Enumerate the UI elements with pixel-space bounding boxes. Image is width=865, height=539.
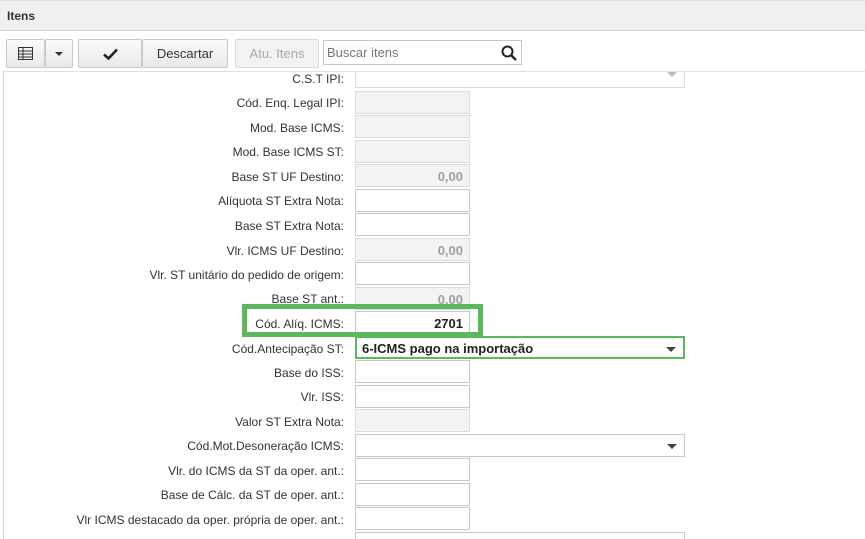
mod-base-icms-st-field[interactable] [355,140,470,163]
mod-base-icms-field[interactable] [355,115,470,138]
label-mod-base-icms-st: Mod. Base ICMS ST: [232,145,344,159]
label-mod-base-icms: Mod. Base ICMS: [249,121,344,135]
label-vlr-st-unitario: Vlr. ST unitário do pedido de origem: [149,268,344,282]
label-cod-enq-legal-ipi: Cód. Enq. Legal IPI: [236,96,344,110]
cst-ipi-select[interactable] [355,72,685,88]
atu-itens-label: Atu. Itens [249,46,305,61]
label-base-do-iss: Base do ISS: [273,366,344,380]
vlr-icms-uf-destino-value: 0,00 [437,243,463,258]
vlr-st-unitario-field[interactable] [355,262,470,285]
label-cod-antecipacao-st: Cód.Antecipação ST: [231,342,344,356]
cod-antecipacao-st-select[interactable]: 6-ICMS pago na importação [355,336,685,359]
chevron-down-icon [667,444,677,449]
base-st-uf-destino-value: 0,00 [437,169,463,184]
label-base-st-uf-destino: Base ST UF Destino: [231,170,345,184]
grid-view-button[interactable] [6,39,45,68]
aliquota-st-extra-nota-field[interactable] [355,189,470,212]
vlr-icms-destacado-field[interactable] [355,507,470,530]
chevron-down-icon [55,51,63,56]
base-st-uf-destino-field[interactable]: 0,00 [355,164,470,187]
vlr-icms-st-oper-ant-field[interactable] [355,458,470,481]
grid-icon [18,47,33,60]
base-calc-st-oper-ant-field[interactable] [355,483,470,506]
highlight-box [242,304,483,337]
label-vlr-icms-destacado: Vlr ICMS destacado da oper. própria de o… [76,513,345,527]
vlr-icms-uf-destino-field[interactable]: 0,00 [355,238,470,261]
label-cod-mot-desoneracao-icms: Cód.Mot.Desoneração ICMS: [187,439,344,453]
label-vlr-icms-st-oper-ant: Vlr. do ICMS da ST da oper. ant.: [168,464,344,478]
panel-title: Itens [7,9,36,23]
view-dropdown-button[interactable] [45,39,73,68]
toolbar: Descartar Atu. Itens [0,31,865,71]
vlr-iss-field[interactable] [355,385,470,408]
chevron-down-icon [666,347,676,352]
check-icon [102,48,118,60]
chevron-down-icon [667,72,677,77]
label-base-st-extra-nota: Base ST Extra Nota: [234,219,344,233]
cod-mot-desoneracao-icms-select[interactable] [355,434,685,457]
panel-header: Itens [0,0,865,31]
search-icon[interactable] [500,44,518,62]
base-st-extra-nota-field[interactable] [355,213,470,236]
label-vlr-iss: Vlr. ISS: [300,390,344,404]
descartar-button[interactable]: Descartar [142,39,228,68]
search-input[interactable] [327,43,497,62]
confirm-button[interactable] [78,39,142,68]
label-vlr-icms-uf-destino: Vlr. ICMS UF Destino: [226,244,344,258]
label-base-calc-st-oper-ant: Base de Cálc. da ST de oper. ant.: [160,488,344,502]
atu-itens-button[interactable]: Atu. Itens [235,39,319,68]
base-do-iss-field[interactable] [355,360,470,383]
label-valor-st-extra-nota: Valor ST Extra Nota: [235,415,344,429]
label-aliquota-st-extra-nota: Alíquota ST Extra Nota: [218,194,344,208]
cod-enq-legal-ipi-field[interactable] [355,91,470,114]
cod-antecipacao-st-value: 6-ICMS pago na importação [362,341,534,356]
descartar-label: Descartar [156,46,214,61]
valor-st-extra-nota-field[interactable] [355,409,470,432]
label-cst-ipi: C.S.T IPI: [292,72,344,86]
search-box[interactable] [323,40,522,65]
